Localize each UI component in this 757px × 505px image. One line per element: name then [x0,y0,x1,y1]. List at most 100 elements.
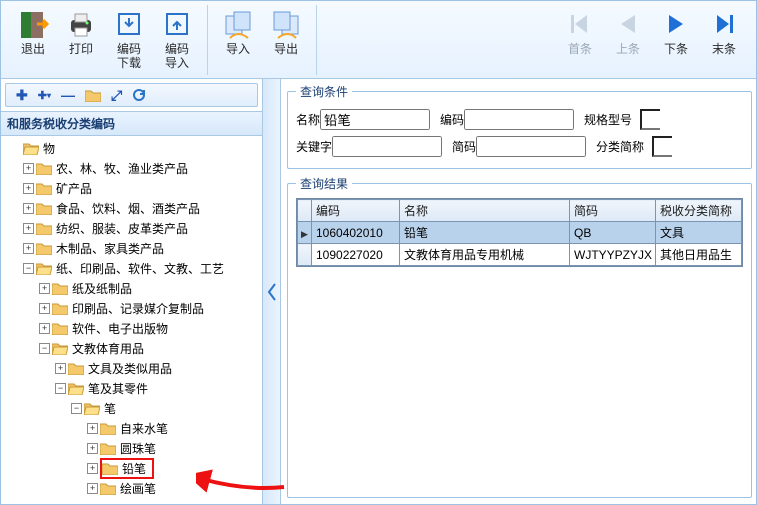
tree-node[interactable]: 印刷品、记录媒介复制品 [70,300,206,317]
tree-node[interactable]: 笔及其零件 [86,380,150,397]
table-row[interactable]: 1090227020文教体育用品专用机械WJTYYPZYJX其他日用品生 [298,244,742,266]
expander[interactable]: + [87,483,98,494]
export-button[interactable]: 导出 [262,5,310,73]
detail-pane: 查询条件 名称 编码 规格型号 关键字 简码 分类简称 [281,79,756,504]
table-cell: WJTYYPZYJX [570,244,656,266]
folder-icon [68,362,84,375]
table-cell: 文具 [656,222,742,244]
table-row[interactable]: 1060402010铅笔QB文具 [298,222,742,244]
table-cell: 其他日用品生 [656,244,742,266]
folder-icon [36,242,52,255]
tree-node[interactable]: 纺织、服装、皮革类产品 [54,220,190,237]
chevron-left-icon [267,283,277,301]
last-label: 末条 [712,42,736,56]
expander[interactable]: + [23,183,34,194]
tree-leaf[interactable]: 铅笔 [120,460,148,477]
expander[interactable]: + [87,443,98,454]
category-tree[interactable]: 物 + 农、林、牧、渔业类产品 + 矿产品 + 食品、饮料、烟、酒类产品 + 纺织、服装、皮革类… [1,136,262,504]
expander[interactable]: + [23,203,34,214]
highlighted-node[interactable]: 铅笔 [100,458,154,479]
import-label: 导入 [226,42,250,56]
expander[interactable]: + [87,463,98,474]
shortcode-input[interactable] [476,136,586,157]
prev-icon [612,8,644,40]
code-input[interactable] [464,109,574,130]
first-label: 首条 [568,42,592,56]
col-name[interactable]: 名称 [400,200,570,222]
tree-leaf[interactable]: 圆珠笔 [118,440,158,457]
prev-label: 上条 [616,42,640,56]
print-icon [65,8,97,40]
refresh-button[interactable] [132,88,146,102]
download-icon [113,8,145,40]
add-node-button[interactable]: ✚ [16,87,28,104]
table-cell: 铅笔 [400,222,570,244]
keyword-input[interactable] [332,136,442,157]
expand-all-button[interactable]: ⤢ [111,87,122,104]
last-icon [708,8,740,40]
expander[interactable]: − [71,403,82,414]
tree-node[interactable]: 食品、饮料、烟、酒类产品 [54,200,202,217]
keyword-label: 关键字 [296,138,332,155]
tree-node[interactable]: 文教体育用品 [70,340,146,357]
row-marker [298,222,312,244]
next-record-button[interactable]: 下条 [652,5,700,73]
open-folder-button[interactable] [85,89,101,102]
splitter-collapse[interactable] [263,79,281,504]
col-short[interactable]: 简码 [570,200,656,222]
remove-node-button[interactable]: — [61,87,75,103]
code-import-icon [161,8,193,40]
expander[interactable]: + [23,223,34,234]
code-import-label: 编码 导入 [165,42,189,70]
result-table-wrap[interactable]: 编码 名称 简码 税收分类简称 1060402010铅笔QB文具10902270… [296,198,743,267]
tree-node[interactable]: 软件、电子出版物 [70,320,170,337]
catshort-input[interactable] [652,136,672,157]
tree-node[interactable]: 木制品、家具类产品 [54,240,166,257]
prev-record-button[interactable]: 上条 [604,5,652,73]
result-legend: 查询结果 [296,175,352,192]
col-code[interactable]: 编码 [312,200,400,222]
expander[interactable]: + [39,283,50,294]
expander[interactable]: + [39,323,50,334]
category-pane: ✚ ✚▾ — ⤢ 和服务税收分类编码 物 + 农、林、牧、渔业类产品 + 矿产品 + 食品、… [1,79,263,504]
tree-title: 和服务税收分类编码 [1,111,262,136]
exit-button[interactable]: 退出 [9,5,57,73]
main-toolbar: 退出 打印 编码 下载 编码 导入 [1,1,756,79]
tree-node[interactable]: 矿产品 [54,180,94,197]
exit-label: 退出 [21,42,45,56]
spec-input[interactable] [640,109,660,130]
tree-node[interactable]: 纸及纸制品 [70,280,134,297]
name-input[interactable] [320,109,430,130]
code-download-button[interactable]: 编码 下载 [105,5,153,73]
spec-label: 规格型号 [584,111,640,128]
expander[interactable]: + [23,243,34,254]
first-record-button[interactable]: 首条 [556,5,604,73]
print-label: 打印 [69,42,93,56]
print-button[interactable]: 打印 [57,5,105,73]
code-import-button[interactable]: 编码 导入 [153,5,201,73]
tree-leaf[interactable]: 自来水笔 [118,420,170,437]
code-download-label: 编码 下载 [117,42,141,70]
expander[interactable]: − [55,383,66,394]
tree-node[interactable]: 文具及类似用品 [86,360,174,377]
last-record-button[interactable]: 末条 [700,5,748,73]
expander[interactable]: + [23,163,34,174]
expander[interactable]: + [39,303,50,314]
tree-node[interactable]: 笔 [102,400,118,417]
query-fieldset: 查询条件 名称 编码 规格型号 关键字 简码 分类简称 [287,83,752,169]
table-cell: 1060402010 [312,222,400,244]
import-icon [222,8,254,40]
tree-root-label[interactable]: 物 [41,140,57,157]
col-cat[interactable]: 税收分类简称 [656,200,742,222]
expander[interactable]: + [87,423,98,434]
add-child-button[interactable]: ✚▾ [38,89,51,102]
folder-icon [52,342,68,355]
tree-node[interactable]: 农、林、牧、渔业类产品 [54,160,190,177]
import-button[interactable]: 导入 [214,5,262,73]
expander[interactable]: − [39,343,50,354]
tree-node[interactable]: 纸、印刷品、软件、文教、工艺 [54,260,226,277]
expander[interactable]: + [55,363,66,374]
tree-leaf[interactable]: 绘画笔 [118,480,158,497]
expander[interactable]: − [23,263,34,274]
result-fieldset: 查询结果 编码 名称 简码 税收分类简称 1060402010铅笔QB文具109… [287,175,752,498]
